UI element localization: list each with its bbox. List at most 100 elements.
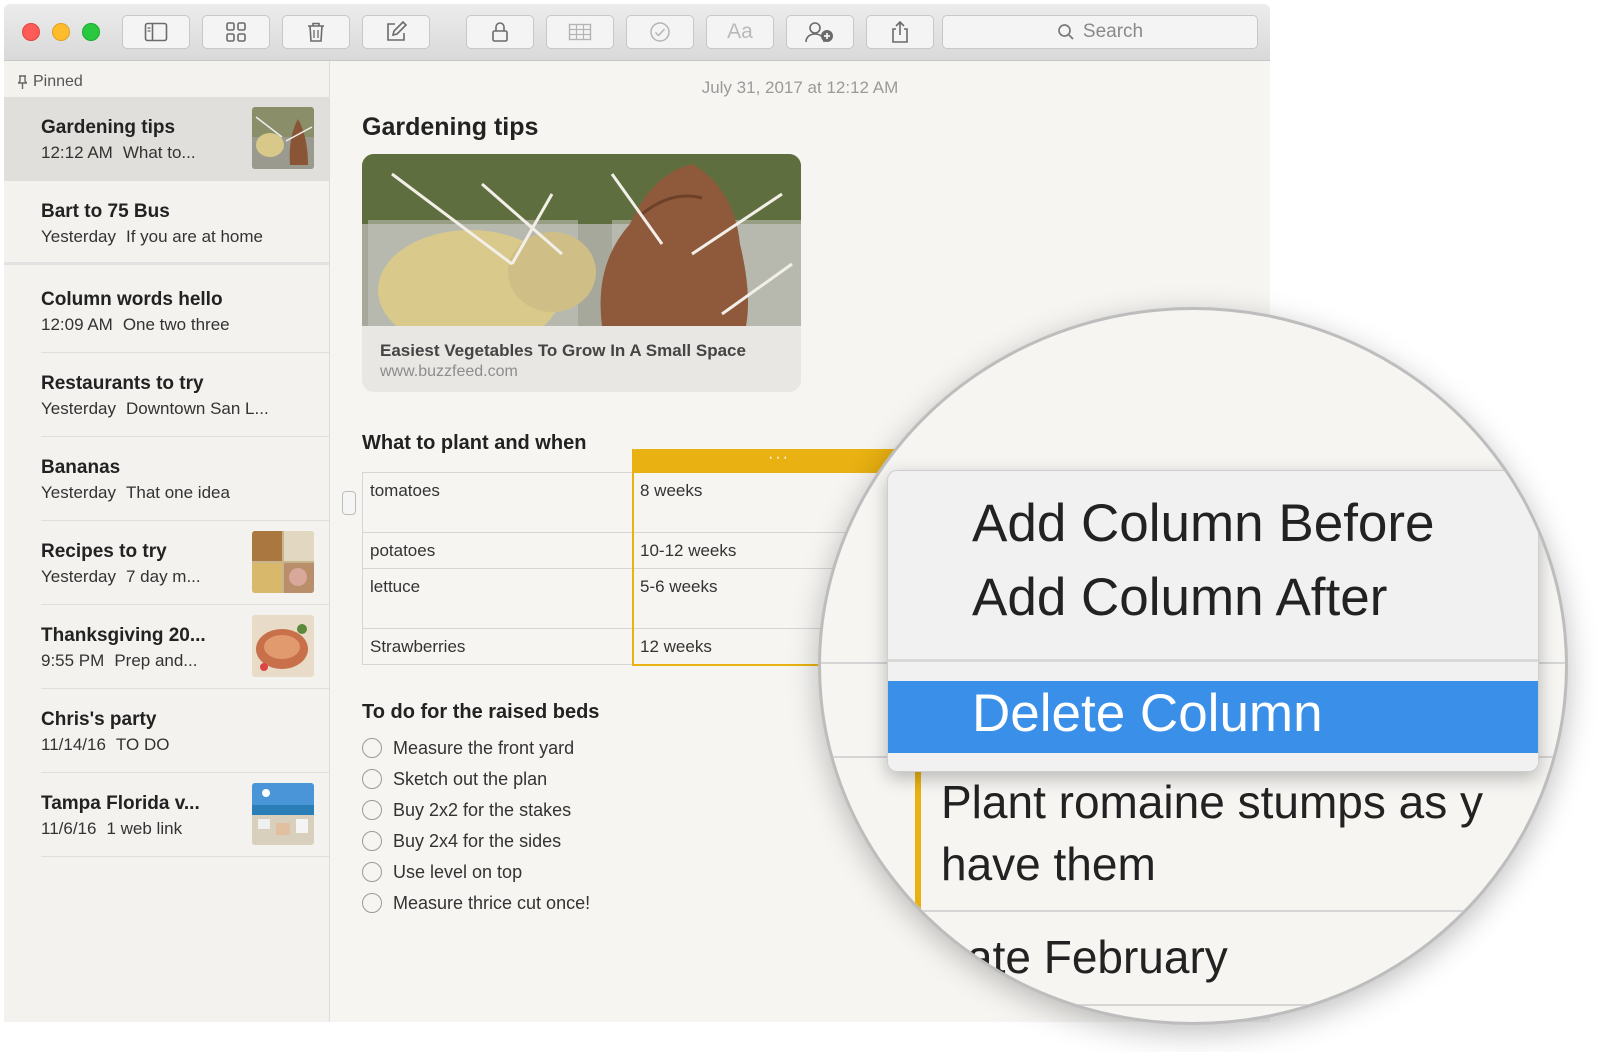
note-list-item[interactable]: Thanksgiving 20... 9:55 PM Prep and... xyxy=(4,605,329,689)
magnified-table-line xyxy=(821,1004,1565,1006)
zoom-window-button[interactable] xyxy=(82,23,100,41)
note-title: Tampa Florida v... xyxy=(41,793,200,814)
note-list-item[interactable]: Restaurants to try Yesterday Downtown San… xyxy=(4,353,329,437)
table-cell[interactable]: potatoes xyxy=(362,532,633,569)
link-preview-card[interactable]: Easiest Vegetables To Grow In A Small Sp… xyxy=(362,154,801,392)
checklist-heading: To do for the raised beds xyxy=(362,701,600,723)
note-title: Column words hello xyxy=(41,289,223,310)
note-date: 11/6/16 xyxy=(41,819,97,838)
menu-item-add-column-before[interactable]: Add Column Before xyxy=(972,493,1435,554)
attachments-browser-button[interactable] xyxy=(202,15,270,49)
trash-icon xyxy=(308,22,324,42)
close-window-button[interactable] xyxy=(22,23,40,41)
note-preview: TO DO xyxy=(115,735,170,754)
magnified-view: Plant romaine stumps as y have them ate … xyxy=(821,310,1565,1022)
table-cell[interactable]: lettuce xyxy=(362,568,633,629)
note-meta: Yesterday Downtown San L... xyxy=(41,399,269,419)
toolbar: Aa Search xyxy=(4,4,1270,61)
unchecked-circle-icon[interactable] xyxy=(362,893,382,913)
note-meta: Yesterday That one idea xyxy=(41,483,230,503)
add-person-icon xyxy=(805,22,833,43)
note-date: Yesterday xyxy=(41,483,116,502)
table-cell[interactable]: tomatoes xyxy=(362,472,633,533)
pin-icon xyxy=(18,75,27,89)
unchecked-circle-icon[interactable] xyxy=(362,800,382,820)
note-title: Gardening tips xyxy=(41,117,176,138)
link-title: Easiest Vegetables To Grow In A Small Sp… xyxy=(380,341,746,360)
link-preview-image xyxy=(362,154,801,326)
unchecked-circle-icon[interactable] xyxy=(362,769,382,789)
menu-item-add-column-after[interactable]: Add Column After xyxy=(972,567,1387,628)
add-people-button[interactable] xyxy=(786,15,854,49)
note-heading: Gardening tips xyxy=(362,113,539,141)
note-meta: Yesterday If you are at home xyxy=(41,227,263,247)
note-list-item[interactable]: Recipes to try Yesterday 7 day m... xyxy=(4,521,329,605)
new-note-button[interactable] xyxy=(362,15,430,49)
note-meta: 12:09 AM One two three xyxy=(41,315,230,335)
magnifier-overlay: Plant romaine stumps as y have them ate … xyxy=(818,307,1568,1025)
lock-note-button[interactable] xyxy=(466,15,534,49)
magnified-cell-text: have them xyxy=(941,838,1156,890)
table-heading: What to plant and when xyxy=(362,432,587,454)
note-meta: 11/6/16 1 web link xyxy=(41,819,182,839)
note-preview: If you are at home xyxy=(125,227,264,246)
magnified-cell-text: ate February xyxy=(967,931,1228,983)
note-preview: That one idea xyxy=(125,483,230,502)
delete-note-button[interactable] xyxy=(282,15,350,49)
note-preview: Prep and... xyxy=(114,651,198,670)
unchecked-circle-icon[interactable] xyxy=(362,862,382,882)
checklist-button[interactable] xyxy=(626,15,694,49)
magnified-cell-text: Plant romaine stumps as y xyxy=(941,776,1484,828)
lock-icon xyxy=(492,22,508,42)
note-date: Yesterday xyxy=(41,567,116,586)
note-date: 9:55 PM xyxy=(41,651,105,670)
note-list-item[interactable]: Tampa Florida v... 11/6/16 1 web link xyxy=(4,773,329,857)
checkmark-circle-icon xyxy=(650,22,670,42)
note-timestamp: July 31, 2017 at 12:12 AM xyxy=(701,78,899,97)
sidebar-icon xyxy=(144,22,168,42)
note-preview: One two three xyxy=(122,315,230,334)
unchecked-circle-icon[interactable] xyxy=(362,831,382,851)
share-button[interactable] xyxy=(866,15,934,49)
checklist-item[interactable]: Use level on top xyxy=(362,857,762,887)
minimize-window-button[interactable] xyxy=(52,23,70,41)
note-thumbnail xyxy=(252,615,314,677)
pinned-section-label: Pinned xyxy=(18,73,83,91)
checklist-item[interactable]: Buy 2x2 for the stakes xyxy=(362,795,762,825)
note-list-item[interactable]: Chris's party 11/14/16 TO DO xyxy=(4,689,329,773)
note-thumbnail xyxy=(252,783,314,845)
checklist-item[interactable]: Measure the front yard xyxy=(362,733,762,763)
notes-list: Pinned Gardening tips 12:12 AM What to...… xyxy=(4,61,330,1022)
row-handle[interactable] xyxy=(342,491,356,515)
note-date: Yesterday xyxy=(41,227,116,246)
note-meta: 9:55 PM Prep and... xyxy=(41,651,197,671)
compose-icon xyxy=(387,21,407,41)
checklist-item[interactable]: Buy 2x4 for the sides xyxy=(362,826,762,856)
checklist-item[interactable]: Sketch out the plan xyxy=(362,764,762,794)
note-title: Chris's party xyxy=(41,709,157,730)
table-cell[interactable]: Strawberries xyxy=(362,628,633,665)
unchecked-circle-icon[interactable] xyxy=(362,738,382,758)
table-button[interactable] xyxy=(546,15,614,49)
note-title: Thanksgiving 20... xyxy=(41,625,206,646)
checklist-item[interactable]: Measure thrice cut once! xyxy=(362,888,762,918)
format-button-label: Aa xyxy=(727,20,753,43)
search-placeholder: Search xyxy=(1082,21,1144,42)
note-meta: 11/14/16 TO DO xyxy=(41,735,169,755)
note-title: Bart to 75 Bus xyxy=(41,201,170,222)
magnified-column-outline xyxy=(915,770,921,910)
magnified-table-line xyxy=(921,910,1565,912)
menu-item-delete-column[interactable]: Delete Column xyxy=(888,681,1538,753)
note-meta: 12:12 AM What to... xyxy=(41,143,196,163)
format-button[interactable]: Aa xyxy=(706,15,774,49)
note-list-item[interactable]: Gardening tips 12:12 AM What to... xyxy=(4,97,329,181)
note-list-item[interactable]: Bananas Yesterday That one idea xyxy=(4,437,329,521)
search-field[interactable]: Search xyxy=(942,15,1258,49)
note-date: 11/14/16 xyxy=(41,735,106,754)
menu-separator xyxy=(888,659,1538,662)
menu-item-label: Delete Column xyxy=(972,684,1323,743)
toggle-sidebar-button[interactable] xyxy=(122,15,190,49)
note-list-item[interactable]: Column words hello 12:09 AM One two three xyxy=(4,269,329,353)
note-list-item[interactable]: Bart to 75 Bus Yesterday If you are at ho… xyxy=(4,181,329,265)
note-preview: What to... xyxy=(122,143,196,162)
